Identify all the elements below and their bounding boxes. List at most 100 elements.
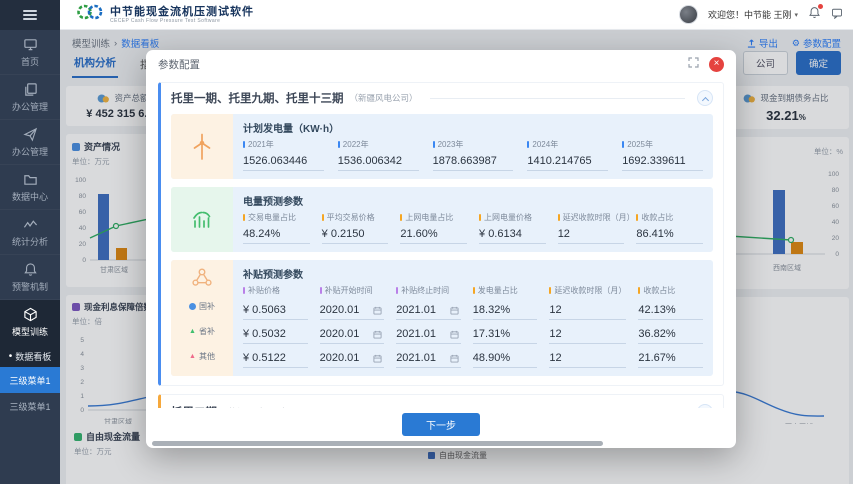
generation-2025-field[interactable]: 2025年 1692.339611 (622, 139, 703, 171)
national-gen-ratio-field[interactable]: 18.32% (473, 301, 538, 320)
sidebar-group-model-training: 模型训练 • 数据看板 (0, 300, 60, 367)
delay-months-field[interactable]: 延迟收款时限（月） 12 (558, 212, 625, 244)
calendar-icon (373, 306, 382, 315)
other-gen-ratio-field[interactable]: 48.90% (473, 349, 538, 368)
provincial-delay-field[interactable]: 12 (549, 325, 626, 344)
sidebar-sub-label: 数据看板 (15, 350, 51, 363)
content-area: 模型训练 › 数据看板 导出 ⚙ 参数配置 机构分析 指标分析 域 (60, 30, 853, 484)
brand: 中节能现金流机压测试软件 CECEP Cash Flow Pressure Te… (76, 2, 254, 27)
tick-icon (396, 287, 398, 294)
provincial-gen-ratio-field[interactable]: 17.31% (473, 325, 538, 344)
other-end-date-field[interactable]: 2021.01 (396, 349, 461, 368)
sidebar-item-office-2[interactable]: 办公管理 (0, 120, 60, 165)
bullet-icon: • (9, 351, 13, 362)
section-header: 托里一期、托里九期、托里十三期 （新疆风电公司） (171, 90, 713, 106)
other-collect-field[interactable]: 21.67% (638, 349, 703, 368)
other-price-field[interactable]: ¥ 0.5122 (243, 349, 308, 368)
tick-icon (636, 214, 638, 221)
wind-turbine-icon (188, 132, 216, 162)
calendar-icon (450, 330, 459, 339)
national-start-date-field[interactable]: 2020.01 (320, 301, 385, 320)
tick-icon (549, 287, 551, 294)
collapse-button[interactable] (697, 90, 713, 106)
provincial-end-date-field[interactable]: 2021.01 (396, 325, 461, 344)
send-icon (23, 127, 38, 142)
sidebar-item-data-center[interactable]: 数据中心 (0, 165, 60, 210)
panel-subsidy-forecast: 国补 ▲ 省补 ▲ 其他 补贴预测参数 (171, 260, 713, 376)
sidebar-third-label: 三级菜单1 (9, 374, 50, 387)
monitor-icon (23, 37, 38, 52)
generation-2024-field[interactable]: 2024年 1410.214765 (527, 139, 608, 171)
sidebar-item-warning[interactable]: 预警机制 (0, 255, 60, 300)
tick-icon (243, 287, 245, 294)
avg-trade-price-field[interactable]: 平均交易价格 ¥ 0.2150 (322, 212, 389, 244)
grid-ratio-field[interactable]: 上网电量占比 21.60% (400, 212, 467, 244)
chevron-down-icon: ▾ (794, 11, 798, 19)
tick-icon (243, 141, 245, 148)
panel-planned-generation: 计划发电量（KW·h） 2021年 1526.063446 2022年 1536… (171, 114, 713, 179)
grid-price-field[interactable]: 上网电量价格 ¥ 0.6134 (479, 212, 546, 244)
close-button[interactable]: × (709, 57, 724, 72)
other-start-date-field[interactable]: 2020.01 (320, 349, 385, 368)
section-header: 托里二期 （新疆风电公司） (171, 404, 713, 408)
provincial-collect-field[interactable]: 36.82% (638, 325, 703, 344)
provincial-start-date-field[interactable]: 2020.01 (320, 325, 385, 344)
sidebar-item-data-board[interactable]: • 数据看板 (0, 345, 60, 367)
panel-title: 补贴预测参数 (243, 266, 703, 281)
national-delay-field[interactable]: 12 (549, 301, 626, 320)
cube-icon (23, 307, 38, 322)
expand-icon (688, 57, 699, 68)
expand-section-button[interactable] (697, 404, 713, 408)
chevron-up-icon (701, 96, 708, 103)
modal-title: 参数配置 (158, 57, 200, 72)
row-label-other: ▲ 其他 (189, 344, 215, 369)
app-title: 中节能现金流机压测试软件 (110, 6, 254, 18)
modal-header: 参数配置 × (146, 50, 736, 78)
app-root: 首页 办公管理 办公管理 数据中心 统计分析 预警机制 模型训练 (0, 0, 853, 484)
national-price-field[interactable]: ¥ 0.5063 (243, 301, 308, 320)
hamburger-icon (23, 8, 37, 22)
generation-2021-field[interactable]: 2021年 1526.063446 (243, 139, 324, 171)
modal-body: 托里一期、托里九期、托里十三期 （新疆风电公司） 计划发 (146, 78, 736, 408)
trade-ratio-field[interactable]: 交易电量占比 48.24% (243, 212, 310, 244)
next-step-button[interactable]: 下一步 (402, 413, 480, 436)
message-button[interactable] (831, 6, 843, 24)
panel-power-forecast: 电量预测参数 交易电量占比 48.24% 平均交易价格 ¥ 0.2150 (171, 187, 713, 252)
sidebar-item-third-menu-2[interactable]: 三级菜单1 (0, 393, 60, 419)
sidebar-item-label: 办公管理 (12, 100, 48, 113)
other-delay-field[interactable]: 12 (549, 349, 626, 368)
notification-button[interactable] (808, 6, 821, 24)
sidebar-item-home[interactable]: 首页 (0, 30, 60, 75)
expand-button[interactable] (688, 55, 699, 73)
copy-icon (23, 82, 38, 97)
section-title: 托里二期 (171, 404, 217, 408)
sidebar-item-third-menu-1[interactable]: 三级菜单1 (0, 367, 60, 393)
tick-icon (479, 214, 481, 221)
panel-title: 电量预测参数 (243, 193, 703, 208)
sidebar-item-model-training[interactable]: 模型训练 (0, 300, 60, 345)
section-tuoli-1-9-13: 托里一期、托里九期、托里十三期 （新疆风电公司） 计划发 (158, 82, 724, 386)
scrollbar-thumb[interactable] (152, 441, 603, 446)
national-collect-field[interactable]: 42.13% (638, 301, 703, 320)
user-menu[interactable]: 欢迎您！中节能 王刚 ▾ (708, 8, 798, 21)
sidebar-item-statistics[interactable]: 统计分析 (0, 210, 60, 255)
generation-2023-field[interactable]: 2023年 1878.663987 (433, 139, 514, 171)
national-subsidy-icon (189, 303, 196, 310)
top-header: 中节能现金流机压测试软件 CECEP Cash Flow Pressure Te… (60, 0, 853, 30)
sidebar-collapse-button[interactable] (0, 0, 60, 30)
avatar[interactable] (679, 5, 698, 24)
app-subtitle: CECEP Cash Flow Pressure Test Software (110, 18, 254, 24)
collection-ratio-field[interactable]: 收款占比 86.41% (636, 212, 703, 244)
sidebar-item-label: 办公管理 (12, 145, 48, 158)
sidebar-item-office-1[interactable]: 办公管理 (0, 75, 60, 120)
tick-icon (433, 141, 435, 148)
alarm-bell-icon (23, 262, 38, 277)
national-end-date-field[interactable]: 2021.01 (396, 301, 461, 320)
sidebar: 首页 办公管理 办公管理 数据中心 统计分析 预警机制 模型训练 (0, 0, 60, 484)
generation-2022-field[interactable]: 2022年 1536.006342 (338, 139, 419, 171)
calendar-icon (373, 330, 382, 339)
welcome-text: 欢迎您！中节能 王刚 (708, 8, 792, 21)
provincial-price-field[interactable]: ¥ 0.5032 (243, 325, 308, 344)
close-icon: × (714, 58, 720, 69)
calendar-icon (450, 306, 459, 315)
